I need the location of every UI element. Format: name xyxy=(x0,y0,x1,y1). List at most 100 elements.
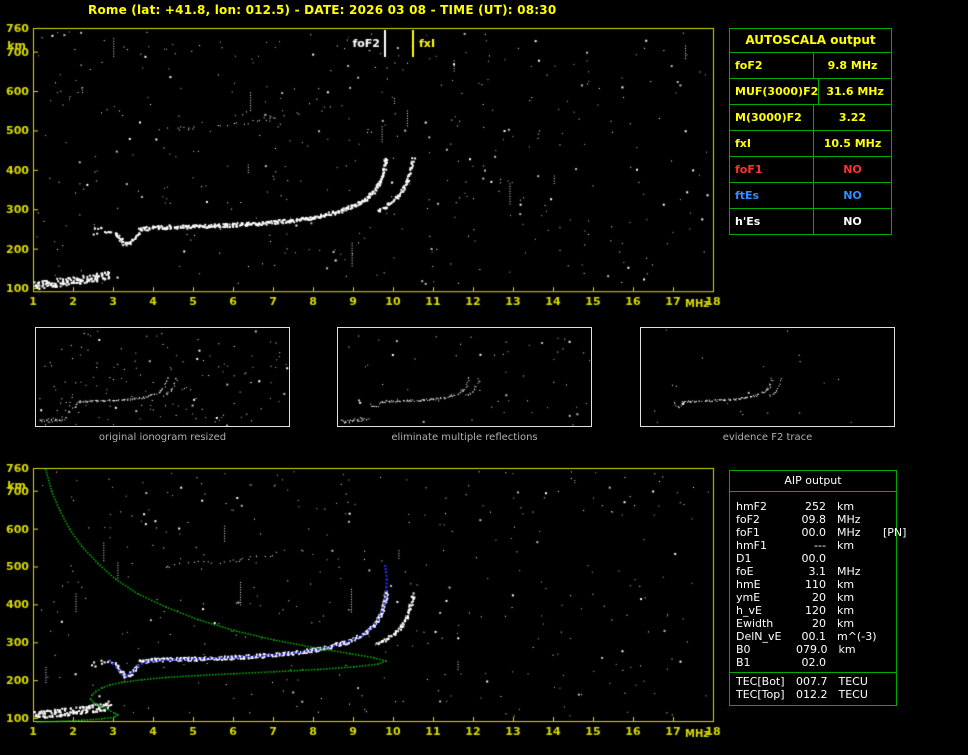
aip-name: TEC[Top] xyxy=(736,688,785,701)
aip-name: DelN_vE xyxy=(736,630,782,643)
parameter-label: MUF(3000)F2 xyxy=(730,79,820,104)
table-row: h'Es NO xyxy=(730,209,891,234)
table-row: Ewidth 20 km xyxy=(730,617,896,630)
aip-note xyxy=(883,604,896,617)
aip-val: 20 xyxy=(812,591,826,604)
parameter-value: 9.8 MHz xyxy=(827,59,878,72)
ionogram-bottom-canvas xyxy=(0,455,725,755)
aip-val: 007.7 xyxy=(796,675,828,688)
aip-name: ymE xyxy=(736,591,761,604)
table-row: hmE 110 km xyxy=(730,578,896,591)
aip-name: foF1 xyxy=(736,526,760,539)
autoscala-table-header: AUTOSCALA output xyxy=(730,29,891,53)
aip-unit: MHz xyxy=(837,565,861,578)
table-row: DelN_vE 00.1 m^(-3) xyxy=(730,630,896,643)
aip-unit: km xyxy=(837,604,855,617)
aip-name: h_vE xyxy=(736,604,762,617)
table-row: B0 079.0 km xyxy=(730,643,896,656)
table-row: hmF2 252 km xyxy=(730,500,896,513)
table-row: foF1 00.0 MHz [PN] xyxy=(730,526,906,539)
aip-val: 00.0 xyxy=(801,526,827,539)
parameter-value: 3.22 xyxy=(838,111,867,124)
thumbnail-evidence-f2: evidence F2 trace xyxy=(640,327,895,443)
table-row: B1 02.0 xyxy=(730,656,896,669)
aip-unit: km xyxy=(837,578,855,591)
table-row: foF1 NO xyxy=(730,157,891,183)
aip-name: TEC[Bot] xyxy=(736,675,785,688)
aip-val: 120 xyxy=(805,604,826,617)
autoscala-table-body: foF2 9.8 MHz MUF(3000)F2 31.6 MHz M(3000)F2 3… xyxy=(730,53,891,234)
parameter-label: h'Es xyxy=(730,209,814,234)
aip-table-header: AIP output xyxy=(730,471,896,492)
thumbnail-eliminate-reflections: eliminate multiple reflections xyxy=(337,327,592,443)
aip-name: B1 xyxy=(736,656,751,669)
table-row: fxI 10.5 MHz xyxy=(730,131,891,157)
aip-unit: km xyxy=(837,500,855,513)
aip-note: [PN] xyxy=(883,526,907,539)
aip-table-tec-rows: TEC[Bot] 007.7 TECU TEC[Top] 012.2 TECU xyxy=(730,673,896,705)
aip-val: 09.8 xyxy=(801,513,827,526)
parameter-value: 10.5 MHz xyxy=(823,137,882,150)
aip-val: 252 xyxy=(805,500,826,513)
aip-note xyxy=(883,539,896,552)
aip-table-body: hmF2 252 km foF2 09.8 MHz foF1 00.0 MHz [PN] hmF1 -… xyxy=(730,492,906,672)
aip-unit: TECU xyxy=(838,675,868,688)
aip-unit: km xyxy=(837,591,855,604)
table-row: ftEs NO xyxy=(730,183,891,209)
parameter-label: foF2 xyxy=(730,53,814,78)
aip-note xyxy=(883,552,896,565)
parameter-label: foF1 xyxy=(730,157,814,182)
aip-unit xyxy=(826,552,883,565)
aip-note xyxy=(883,500,896,513)
parameter-value: 31.6 MHz xyxy=(826,85,884,98)
aip-val: --- xyxy=(814,539,826,552)
aip-unit: km xyxy=(837,617,855,630)
thumbnail-evidence-canvas xyxy=(640,327,895,427)
aip-name: D1 xyxy=(736,552,752,565)
table-row: ymE 20 km xyxy=(730,591,896,604)
parameter-value: NO xyxy=(843,215,862,228)
thumbnail-eliminate-canvas xyxy=(337,327,592,427)
aip-val: 079.0 xyxy=(796,643,828,656)
parameter-label: fxI xyxy=(730,131,814,156)
aip-unit: MHz xyxy=(837,526,861,539)
parameter-value: NO xyxy=(843,163,862,176)
parameter-label: M(3000)F2 xyxy=(730,105,814,130)
table-row: foE 3.1 MHz xyxy=(730,565,896,578)
parameter-label: ftEs xyxy=(730,183,814,208)
thumbnail-caption-eliminate: eliminate multiple reflections xyxy=(391,432,538,443)
aip-note xyxy=(885,688,897,701)
table-row: M(3000)F2 3.22 xyxy=(730,105,891,131)
aip-unit: km xyxy=(837,539,855,552)
aip-note xyxy=(883,565,896,578)
aip-name: hmF1 xyxy=(736,539,768,552)
aip-note xyxy=(883,617,896,630)
aip-unit xyxy=(826,656,883,669)
table-row: TEC[Bot] 007.7 TECU xyxy=(730,675,896,688)
parameter-value: NO xyxy=(843,189,862,202)
aip-name: hmE xyxy=(736,578,761,591)
aip-val: 00.0 xyxy=(801,552,827,565)
table-row: MUF(3000)F2 31.6 MHz xyxy=(730,79,891,105)
aip-unit: m^(-3) xyxy=(837,630,877,643)
aip-note xyxy=(885,643,897,656)
aip-val: 00.1 xyxy=(801,630,827,643)
thumbnail-original-canvas xyxy=(35,327,290,427)
aip-note xyxy=(883,630,896,643)
aip-note xyxy=(883,591,896,604)
aip-name: foE xyxy=(736,565,754,578)
aip-name: hmF2 xyxy=(736,500,768,513)
aip-val: 012.2 xyxy=(796,688,828,701)
aip-note xyxy=(883,656,896,669)
aip-val: 3.1 xyxy=(808,565,827,578)
table-row: D1 00.0 xyxy=(730,552,896,565)
table-row: TEC[Top] 012.2 TECU xyxy=(730,688,896,701)
aip-val: 20 xyxy=(812,617,826,630)
thumbnail-caption-original: original ionogram resized xyxy=(98,432,227,443)
ionogram-top-canvas xyxy=(0,16,725,316)
aip-unit: km xyxy=(838,643,856,656)
thumbnail-original-ionogram: original ionogram resized xyxy=(35,327,290,443)
table-row: foF2 09.8 MHz xyxy=(730,513,896,526)
aip-val: 02.0 xyxy=(801,656,827,669)
page-title: Rome (lat: +41.8, lon: 012.5) - DATE: 20… xyxy=(88,3,557,17)
